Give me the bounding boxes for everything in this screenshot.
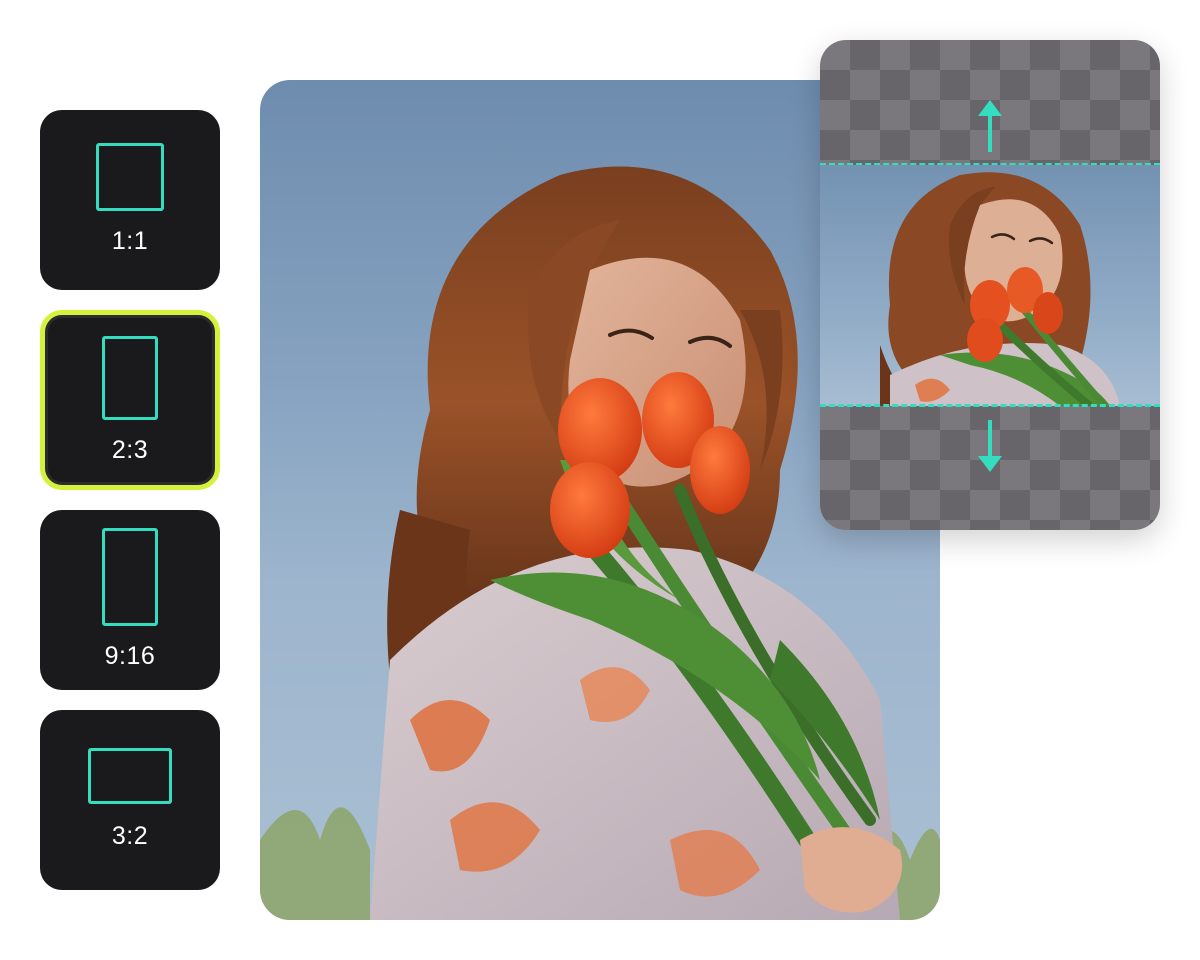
ratio-label: 2:3: [111, 436, 149, 464]
portrait-frame-icon: [102, 336, 158, 420]
ratio-button-9-16[interactable]: 9:16: [40, 510, 220, 690]
ratio-label: 9:16: [104, 642, 156, 670]
ratio-label: 3:2: [111, 822, 149, 850]
ratio-button-1-1[interactable]: 1:1: [40, 110, 220, 290]
ratio-label: 1:1: [111, 227, 149, 255]
tall-portrait-frame-icon: [102, 528, 158, 626]
landscape-frame-icon: [88, 748, 172, 804]
ratio-button-3-2[interactable]: 3:2: [40, 710, 220, 890]
arrow-up-icon[interactable]: [978, 100, 1002, 154]
preview-photo: [820, 165, 1160, 406]
square-frame-icon: [96, 143, 164, 211]
arrow-down-icon[interactable]: [978, 418, 1002, 472]
woman-with-tulips-thumbnail: [880, 172, 1120, 406]
crop-preview-card: [820, 40, 1160, 530]
aspect-ratio-crop-stage: 1:1 2:3 9:16 3:2: [0, 0, 1200, 960]
crop-bottom-guide[interactable]: [820, 404, 1160, 407]
ratio-button-2-3[interactable]: 2:3: [40, 310, 220, 490]
